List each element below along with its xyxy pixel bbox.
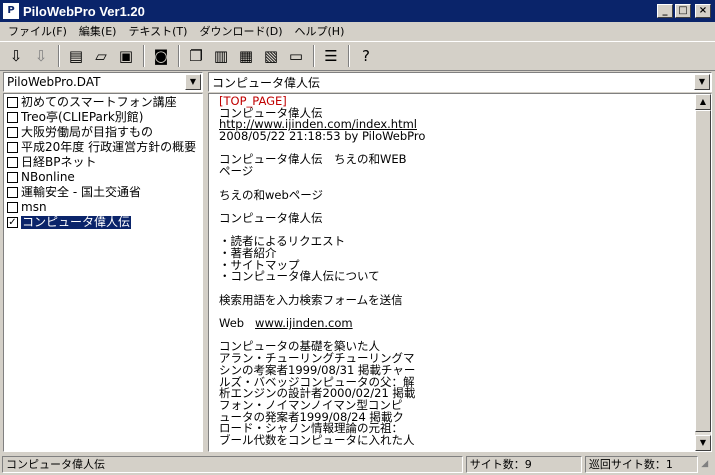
resize-grip-icon[interactable]: ◢	[701, 459, 713, 471]
content-line: ブール代数をコンピュータに入れた人	[219, 432, 415, 447]
edit-page-icon[interactable]: ▦	[234, 44, 258, 68]
close-button[interactable]: ×	[695, 4, 711, 18]
checkbox[interactable]: ✓	[7, 217, 18, 228]
menu-edit[interactable]: 編集(E)	[73, 23, 123, 40]
web-link[interactable]: www.ijinden.com	[255, 316, 353, 330]
copy-icon[interactable]: ❐	[184, 44, 208, 68]
site-list-item[interactable]: 運輸安全 - 国土交通省	[4, 186, 202, 199]
chevron-down-icon[interactable]: ▼	[185, 74, 201, 90]
scroll-down-icon[interactable]: ▼	[695, 435, 711, 451]
menu-text[interactable]: テキスト(T)	[122, 23, 193, 40]
content-line: 検索用語を入力検索フォームを送信	[219, 292, 403, 307]
site-label: コンピュータ偉人伝	[21, 216, 132, 229]
site-list-item[interactable]: 初めてのスマートフォン講座	[4, 96, 202, 109]
toolbar-separator	[178, 45, 180, 67]
site-label: Treo亭(CLIEPark別館)	[21, 111, 144, 124]
content-line: ちえの和webページ	[219, 187, 324, 202]
site-label: 日経BPネット	[21, 156, 97, 169]
delete-page-icon[interactable]: ▧	[259, 44, 283, 68]
content-line: コンピュータ偉人伝	[219, 210, 323, 225]
help-icon[interactable]: ?	[354, 44, 378, 68]
site-list-item[interactable]: ✓ コンピュータ偉人伝	[4, 216, 202, 229]
arrow-down-icon[interactable]: ⇩	[4, 44, 28, 68]
menu-help[interactable]: ヘルプ(H)	[289, 23, 351, 40]
content-line: Web www.ijinden.com	[219, 316, 695, 331]
binoculars-icon[interactable]: ◙	[149, 44, 173, 68]
site-list[interactable]: 初めてのスマートフォン講座 Treo亭(CLIEPark別館) 大阪労働局が目指…	[3, 93, 203, 452]
app-icon[interactable]: P	[3, 3, 19, 19]
minimize-button[interactable]: _	[657, 4, 673, 18]
save-icon[interactable]: ▣	[114, 44, 138, 68]
list-icon[interactable]: ☰	[319, 44, 343, 68]
open-folder-icon[interactable]: ▱	[89, 44, 113, 68]
file-combo[interactable]: PiloWebPro.DAT ▼	[3, 72, 203, 92]
site-list-item[interactable]: 平成20年度 行政運営方針の概要	[4, 141, 202, 154]
monitor-icon[interactable]: ▭	[284, 44, 308, 68]
site-label: NBonline	[21, 171, 75, 184]
checkbox[interactable]	[7, 172, 18, 183]
site-label: msn	[21, 201, 47, 214]
checkbox[interactable]	[7, 127, 18, 138]
status-cycle-count: 巡回サイト数：1	[584, 456, 699, 473]
timestamp: 2008/05/22 21:18:53 by PiloWebPro	[219, 129, 426, 144]
toolbar-separator	[58, 45, 60, 67]
document-icon[interactable]: ▤	[64, 44, 88, 68]
site-combo[interactable]: コンピュータ偉人伝 ▼	[208, 72, 712, 92]
site-list-item[interactable]: 日経BPネット	[4, 156, 202, 169]
checkbox[interactable]	[7, 112, 18, 123]
toolbar-separator	[313, 45, 315, 67]
status-main: コンピュータ偉人伝	[2, 456, 463, 473]
site-list-item[interactable]: 大阪労働局が目指すもの	[4, 126, 202, 139]
site-list-item[interactable]: Treo亭(CLIEPark別館)	[4, 111, 202, 124]
status-bar: コンピュータ偉人伝 サイト数：9 巡回サイト数：1 ◢	[0, 454, 715, 475]
chevron-down-icon[interactable]: ▼	[694, 74, 710, 90]
window-title: PiloWebPro Ver1.20	[23, 3, 145, 19]
content-line: ページ	[219, 164, 254, 179]
toolbar-separator	[348, 45, 350, 67]
site-label: 平成20年度 行政運営方針の概要	[21, 141, 197, 154]
content-text[interactable]: [TOP_PAGE] コンピュータ偉人伝 http://www.ijinden.…	[209, 94, 695, 451]
checkbox[interactable]	[7, 202, 18, 213]
content-line: コンピュータ偉人伝 ちえの和WEB	[219, 152, 407, 167]
title-bar[interactable]: P PiloWebPro Ver1.20 _ □ ×	[0, 0, 715, 22]
site-list-item[interactable]: NBonline	[4, 171, 202, 184]
site-label: 初めてのスマートフォン講座	[21, 96, 177, 109]
page-icon[interactable]: ▥	[209, 44, 233, 68]
web-label: Web	[219, 316, 245, 331]
menu-bar: ファイル(F) 編集(E) テキスト(T) ダウンロード(D) ヘルプ(H)	[0, 22, 715, 41]
site-label: 大阪労働局が目指すもの	[21, 126, 154, 139]
checkbox[interactable]	[7, 187, 18, 198]
site-label: 運輸安全 - 国土交通省	[21, 186, 141, 199]
checkbox[interactable]	[7, 157, 18, 168]
toolbar-separator	[143, 45, 145, 67]
scroll-up-icon[interactable]: ▲	[695, 94, 711, 110]
menu-download[interactable]: ダウンロード(D)	[193, 23, 288, 40]
checkbox[interactable]	[7, 142, 18, 153]
site-list-item[interactable]: msn	[4, 201, 202, 214]
menu-file[interactable]: ファイル(F)	[2, 23, 73, 40]
file-combo-value: PiloWebPro.DAT	[7, 75, 101, 89]
scroll-thumb[interactable]	[695, 110, 711, 432]
checkbox[interactable]	[7, 97, 18, 108]
vertical-scrollbar[interactable]: ▲ ▼	[695, 94, 711, 451]
arrow-down-gray-icon[interactable]: ⇩	[29, 44, 53, 68]
toolbar: ⇩ ⇩ ▤ ▱ ▣ ◙ ❐ ▥ ▦ ▧ ▭ ☰ ?	[0, 41, 715, 71]
content-line: ・読者によるリクエスト	[219, 234, 346, 249]
status-site-count: サイト数：9	[465, 456, 582, 473]
site-combo-value: コンピュータ偉人伝	[212, 75, 321, 90]
maximize-button[interactable]: □	[675, 4, 691, 18]
content-viewer[interactable]: [TOP_PAGE] コンピュータ偉人伝 http://www.ijinden.…	[208, 93, 712, 452]
content-line: ・コンピュータ偉人伝について	[219, 269, 380, 284]
